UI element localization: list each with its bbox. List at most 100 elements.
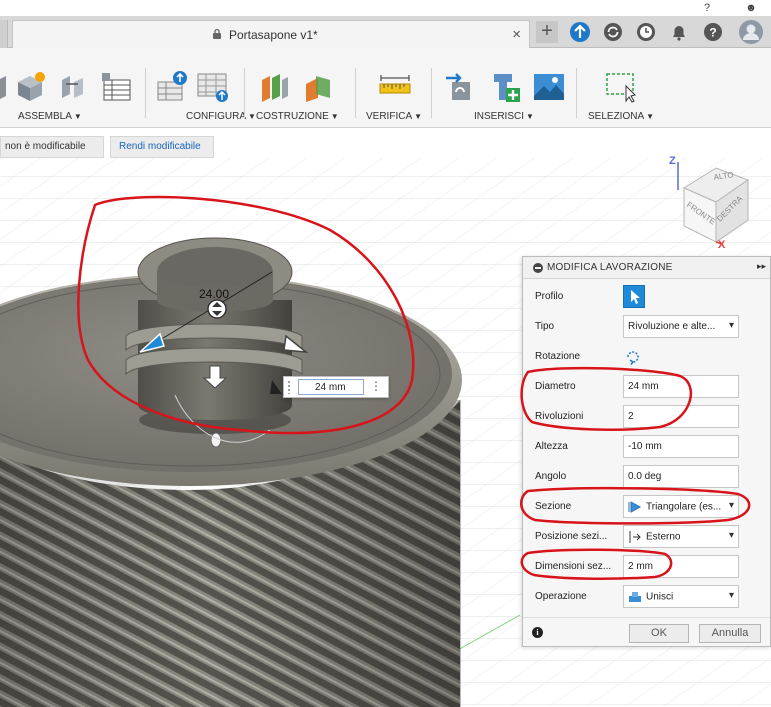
triangle-section-icon [628, 501, 642, 513]
cancel-button[interactable]: Annulla [699, 624, 761, 643]
angolo-input[interactable]: 0.0 deg [623, 465, 739, 488]
row-angolo: Angolo 0.0 deg [523, 462, 770, 492]
expand-panel-icon[interactable]: ▸▸ [757, 261, 766, 272]
new-tab-button[interactable]: + [536, 21, 558, 43]
row-rivoluzioni: Rivoluzioni 2 [523, 402, 770, 432]
group-inserisci: INSERISCI ▼ [434, 48, 574, 128]
previous-tab[interactable] [0, 20, 8, 48]
dimension-input-box: ⋮ [283, 376, 389, 398]
window-select-icon[interactable] [604, 70, 638, 104]
ribbon-separator [355, 68, 356, 118]
modify-feature-panel: MODIFICA LAVORAZIONE ▸▸ Profilo Tipo Riv… [522, 256, 771, 647]
altezza-input[interactable]: -10 mm [623, 435, 739, 458]
cursor-icon [631, 290, 640, 304]
configure-icon[interactable] [156, 70, 190, 104]
sezione-value: Triangolare (es... [646, 501, 722, 513]
dimension-input[interactable] [298, 379, 364, 395]
make-editable-link[interactable]: Rendi modificabile [110, 136, 214, 158]
diametro-value: 24 mm [628, 381, 659, 392]
lock-icon [213, 28, 221, 39]
rivoluzioni-label: Rivoluzioni [535, 411, 584, 422]
sync-icon[interactable] [602, 21, 624, 43]
tipo-select[interactable]: Rivoluzione e alte... [623, 315, 739, 338]
ribbon-separator [576, 68, 577, 118]
dimensioni-value: 2 mm [628, 561, 653, 572]
new-component-icon[interactable] [14, 70, 48, 104]
document-tab[interactable]: Portasapone v1* × [12, 20, 530, 48]
readonly-notice: non è modificabile [0, 136, 104, 158]
ribbon-verifica[interactable]: VERIFICA ▼ [366, 111, 422, 122]
diametro-input[interactable]: 24 mm [623, 375, 739, 398]
ok-button[interactable]: OK [629, 624, 689, 643]
measure-icon[interactable] [378, 70, 412, 104]
altezza-label: Altezza [535, 441, 568, 452]
offset-plane-icon[interactable] [258, 70, 292, 104]
angolo-label: Angolo [535, 471, 567, 482]
ribbon-assembla[interactable]: ASSEMBLA ▼ [18, 111, 82, 122]
configuration-table-icon[interactable] [196, 70, 230, 104]
posizione-value: Esterno [646, 531, 681, 543]
profilo-label: Profilo [535, 291, 564, 302]
group-configura: CONFIGURA ▼ [148, 48, 256, 128]
rivoluzioni-input[interactable]: 2 [623, 405, 739, 428]
help-icon[interactable]: ? [700, 1, 714, 15]
dimension-label: 24.00 [199, 287, 229, 301]
axis-x-label: X [718, 239, 726, 250]
ribbon-separator [431, 68, 432, 118]
joint-icon[interactable] [56, 70, 90, 104]
posizione-select[interactable]: Esterno [623, 525, 739, 548]
insert-image-icon[interactable] [532, 70, 566, 104]
panel-footer: i OK Annulla [523, 617, 770, 647]
plane-at-angle-icon[interactable] [302, 70, 336, 104]
row-dimensioni: Dimensioni sez... 2 mm [523, 552, 770, 582]
drag-handle[interactable] [287, 380, 291, 394]
row-rotazione: Rotazione [523, 342, 770, 372]
row-tipo: Tipo Rivoluzione e alte... [523, 312, 770, 342]
job-status-icon[interactable] [635, 21, 657, 43]
row-operazione: Operazione Unisci [523, 582, 770, 612]
user-icon[interactable]: ☻ [744, 1, 758, 15]
close-tab-icon[interactable]: × [512, 26, 521, 43]
help-circle-icon[interactable]: ? [702, 21, 724, 43]
operazione-select[interactable]: Unisci [623, 585, 739, 608]
posizione-label: Posizione sezi... [535, 531, 608, 542]
row-posizione: Posizione sezi... Esterno [523, 522, 770, 552]
group-costruzione: COSTRUZIONE ▼ [246, 48, 352, 128]
external-position-icon [629, 531, 641, 543]
insert-derive-icon[interactable] [444, 70, 478, 104]
group-seleziona: SELEZIONA ▼ [580, 48, 670, 128]
more-options-icon[interactable]: ⋮ [370, 379, 382, 393]
tipo-value: Rivoluzione e alte... [628, 321, 716, 332]
ribbon-seleziona[interactable]: SELEZIONA ▼ [588, 111, 654, 122]
motion-table-icon[interactable] [100, 70, 134, 104]
diametro-label: Diametro [535, 381, 576, 392]
extensions-icon[interactable] [569, 21, 591, 43]
axis-z-label: Z [669, 155, 676, 167]
row-altezza: Altezza -10 mm [523, 432, 770, 462]
info-icon[interactable]: i [532, 627, 543, 638]
profile-select-button[interactable] [623, 285, 645, 308]
svg-text:?: ? [709, 26, 716, 40]
operazione-label: Operazione [535, 591, 587, 602]
tab-bar: Portasapone v1* × + ? [0, 16, 771, 48]
row-diametro: Diametro 24 mm [523, 372, 770, 402]
ribbon-inserisci[interactable]: INSERISCI ▼ [474, 111, 534, 122]
rotation-direction-icon[interactable] [625, 349, 641, 365]
panel-title: MODIFICA LAVORAZIONE [547, 262, 673, 273]
join-icon [629, 592, 641, 602]
collapse-icon[interactable] [533, 263, 543, 273]
row-sezione: Sezione Triangolare (es... [523, 492, 770, 522]
title-bar: ? ☻ [0, 0, 771, 16]
sezione-label: Sezione [535, 501, 572, 512]
sezione-select[interactable]: Triangolare (es... [623, 495, 739, 518]
operazione-value: Unisci [646, 591, 674, 603]
insert-mcmaster-icon[interactable] [488, 70, 522, 104]
avatar[interactable] [738, 19, 764, 45]
dimensioni-label: Dimensioni sez... [535, 561, 612, 572]
bell-icon[interactable] [668, 21, 690, 43]
dimensioni-input[interactable]: 2 mm [623, 555, 739, 578]
view-cube[interactable]: ALTO FRONTE DESTRA Z X [664, 150, 754, 250]
tipo-label: Tipo [535, 321, 555, 332]
ribbon-costruzione[interactable]: COSTRUZIONE ▼ [256, 111, 339, 122]
group-assembla: ASSEMBLA ▼ [0, 48, 142, 128]
